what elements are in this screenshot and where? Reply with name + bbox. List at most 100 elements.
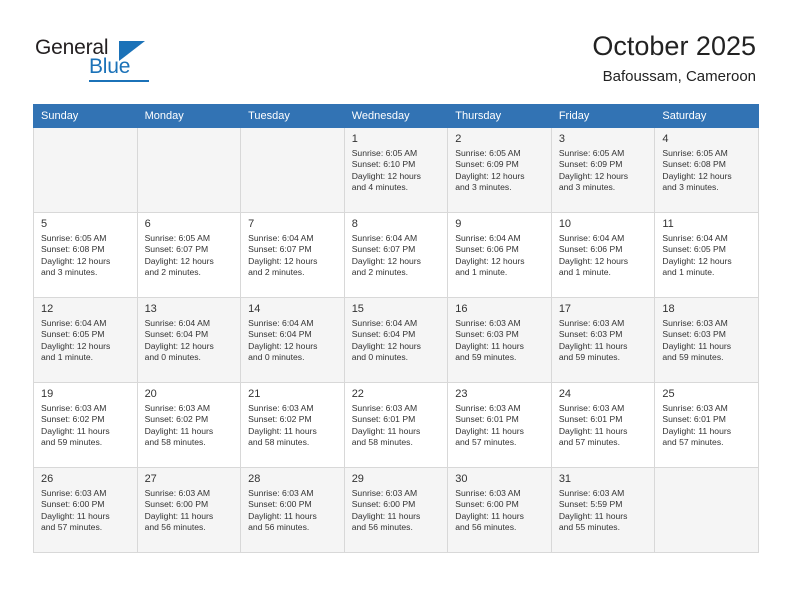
day-number: 24 [558,388,572,400]
calendar-day-cell[interactable]: 12 Sunrise: 6:04 AM Sunset: 6:05 PM Dayligh… [33,297,138,383]
calendar-day-cell[interactable]: 5 Sunrise: 6:05 AM Sunset: 6:08 PM Daylight… [33,212,138,298]
sunrise-time: Sunrise: 6:05 AM [144,233,211,243]
day-details: Sunrise: 6:03 AM Sunset: 6:02 PM Daylight:… [138,402,241,449]
day-number: 11 [662,218,674,230]
daylight-duration-line1: Daylight: 11 hours [455,425,524,436]
page-title: October 2025 [592,31,756,61]
day-details: Sunrise: 6:05 AM Sunset: 6:08 PM Daylight:… [655,147,758,194]
calendar-day-cell[interactable]: 16 Sunrise: 6:03 AM Sunset: 6:03 PM Dayligh… [447,297,552,383]
calendar-day-cell[interactable]: 26 Sunrise: 6:03 AM Sunset: 6:00 PM Dayligh… [33,467,138,553]
logo-text-blue: Blue [89,55,131,78]
calendar-day-cell[interactable]: 31 Sunrise: 6:03 AM Sunset: 5:59 PM Dayligh… [550,467,656,553]
calendar-cell-empty [654,467,759,553]
calendar-day-cell[interactable]: 11 Sunrise: 6:04 AM Sunset: 6:05 PM Dayligh… [654,212,759,298]
daylight-duration-line1: Daylight: 12 hours [144,340,214,351]
day-number: 26 [41,473,54,485]
sunset-time: Sunset: 6:08 PM [41,244,105,255]
day-details: Sunrise: 6:03 AM Sunset: 6:02 PM Daylight:… [34,402,137,449]
daylight-duration-line1: Daylight: 11 hours [455,510,524,521]
day-number: 3 [558,133,565,145]
calendar-day-cell[interactable]: 1 Sunrise: 6:05 AM Sunset: 6:10 PM Daylight… [343,127,449,213]
day-number: 18 [662,303,675,315]
daylight-duration-line1: Daylight: 11 hours [558,510,628,521]
calendar-day-cell[interactable]: 23 Sunrise: 6:03 AM Sunset: 6:01 PM Dayligh… [447,382,552,468]
calendar-day-cell[interactable]: 14 Sunrise: 6:04 AM Sunset: 6:04 PM Dayligh… [240,297,345,383]
day-details: Sunrise: 6:04 AM Sunset: 6:06 PM Daylight:… [448,232,551,279]
day-number: 10 [558,218,572,230]
calendar-day-cell[interactable]: 20 Sunrise: 6:03 AM Sunset: 6:02 PM Dayligh… [136,382,242,468]
daylight-duration-line1: Daylight: 12 hours [558,170,629,181]
daylight-duration-line2: and 0 minutes. [351,352,409,363]
calendar-day-cell[interactable]: 30 Sunrise: 6:03 AM Sunset: 6:00 PM Dayligh… [447,467,552,553]
day-number: 15 [351,303,364,315]
daylight-duration-line2: and 56 minutes. [351,522,413,533]
calendar-day-cell[interactable]: 4 Sunrise: 6:05 AM Sunset: 6:08 PM Daylight… [654,127,759,213]
calendar-day-cell[interactable]: 22 Sunrise: 6:03 AM Sunset: 6:01 PM Dayligh… [343,382,449,468]
calendar-day-cell[interactable]: 25 Sunrise: 6:03 AM Sunset: 6:01 PM Dayligh… [654,382,759,468]
sunrise-time: Sunrise: 6:03 AM [41,488,107,498]
sunset-time: Sunset: 6:00 PM [144,499,209,510]
sunset-time: Sunset: 6:01 PM [455,414,519,425]
calendar-day-cell[interactable]: 6 Sunrise: 6:05 AM Sunset: 6:07 PM Daylight… [136,212,242,298]
sunrise-time: Sunrise: 6:05 AM [558,148,625,158]
sunset-time: Sunset: 6:01 PM [662,414,726,425]
day-number: 25 [662,388,675,400]
calendar-day-cell[interactable]: 9 Sunrise: 6:04 AM Sunset: 6:06 PM Daylight… [447,212,552,298]
daylight-duration-line1: Daylight: 12 hours [662,170,732,181]
calendar-day-cell[interactable]: 27 Sunrise: 6:03 AM Sunset: 6:00 PM Dayligh… [136,467,242,553]
general-blue-logo: General Blue [35,36,165,86]
sunset-time: Sunset: 6:00 PM [41,499,105,510]
calendar-day-cell[interactable]: 29 Sunrise: 6:03 AM Sunset: 6:00 PM Dayligh… [343,467,449,553]
calendar-day-cell[interactable]: 28 Sunrise: 6:03 AM Sunset: 6:00 PM Dayligh… [240,467,345,553]
daylight-duration-line1: Daylight: 11 hours [248,510,317,521]
daylight-duration-line2: and 0 minutes. [248,352,305,363]
day-number: 20 [144,388,157,400]
day-number: 30 [455,473,468,485]
weekday-header-row: Sunday Monday Tuesday Wednesday Thursday… [33,104,759,128]
sunrise-time: Sunrise: 6:05 AM [41,233,107,243]
day-number: 12 [41,303,54,315]
day-number: 19 [41,388,54,400]
day-number: 1 [351,133,358,145]
calendar-day-cell[interactable]: 8 Sunrise: 6:04 AM Sunset: 6:07 PM Daylight… [343,212,449,298]
day-number: 13 [144,303,157,315]
calendar-day-cell[interactable]: 3 Sunrise: 6:05 AM Sunset: 6:09 PM Daylight… [550,127,656,213]
calendar-day-cell[interactable]: 13 Sunrise: 6:04 AM Sunset: 6:04 PM Dayligh… [136,297,242,383]
calendar-day-cell[interactable]: 24 Sunrise: 6:03 AM Sunset: 6:01 PM Dayligh… [550,382,656,468]
daylight-duration-line2: and 58 minutes. [144,437,206,448]
sunset-time: Sunset: 6:03 PM [662,329,726,340]
sunrise-time: Sunrise: 6:03 AM [558,403,625,413]
sunset-time: Sunset: 6:02 PM [144,414,209,425]
sunrise-sunset-calendar: Sunday Monday Tuesday Wednesday Thursday… [33,104,759,553]
daylight-duration-line1: Daylight: 12 hours [248,340,318,351]
sunset-time: Sunset: 6:05 PM [662,244,726,255]
daylight-duration-line1: Daylight: 11 hours [662,340,732,351]
daylight-duration-line2: and 2 minutes. [248,267,305,278]
day-details: Sunrise: 6:05 AM Sunset: 6:08 PM Daylight:… [34,232,137,279]
day-details: Sunrise: 6:03 AM Sunset: 5:59 PM Daylight:… [552,487,655,534]
calendar-day-cell[interactable]: 19 Sunrise: 6:03 AM Sunset: 6:02 PM Dayligh… [33,382,138,468]
calendar-day-cell[interactable]: 18 Sunrise: 6:03 AM Sunset: 6:03 PM Dayligh… [654,297,759,383]
day-number: 31 [558,473,572,485]
sunset-time: Sunset: 6:00 PM [455,499,519,510]
calendar-body: 1 Sunrise: 6:05 AM Sunset: 6:10 PM Daylight… [33,127,759,553]
daylight-duration-line1: Daylight: 12 hours [41,255,111,266]
day-details: Sunrise: 6:04 AM Sunset: 6:04 PM Daylight:… [345,317,448,364]
calendar-day-cell[interactable]: 2 Sunrise: 6:05 AM Sunset: 6:09 PM Daylight… [447,127,552,213]
page-subtitle-location: Bafoussam, Cameroon [602,68,756,85]
page-header: General Blue October 2025 Bafoussam, Cam… [0,0,792,104]
calendar-day-cell[interactable]: 10 Sunrise: 6:04 AM Sunset: 6:06 PM Dayligh… [550,212,656,298]
sunset-time: Sunset: 6:03 PM [455,329,519,340]
calendar-day-cell[interactable]: 17 Sunrise: 6:03 AM Sunset: 6:03 PM Dayligh… [550,297,656,383]
calendar-week-row: 12 Sunrise: 6:04 AM Sunset: 6:05 PM Dayligh… [33,297,759,383]
sunrise-time: Sunrise: 6:03 AM [455,403,521,413]
calendar-day-cell[interactable]: 21 Sunrise: 6:03 AM Sunset: 6:02 PM Dayligh… [240,382,345,468]
calendar-day-cell[interactable]: 15 Sunrise: 6:04 AM Sunset: 6:04 PM Dayligh… [343,297,449,383]
daylight-duration-line1: Daylight: 12 hours [455,255,525,266]
title-block: October 2025 Bafoussam, Cameroon [592,30,756,88]
day-number: 29 [351,473,364,485]
calendar-day-cell[interactable]: 7 Sunrise: 6:04 AM Sunset: 6:07 PM Daylight… [240,212,345,298]
sunset-time: Sunset: 6:07 PM [144,244,209,255]
day-details: Sunrise: 6:03 AM Sunset: 6:00 PM Daylight:… [34,487,137,534]
day-details: Sunrise: 6:05 AM Sunset: 6:09 PM Daylight:… [552,147,655,194]
